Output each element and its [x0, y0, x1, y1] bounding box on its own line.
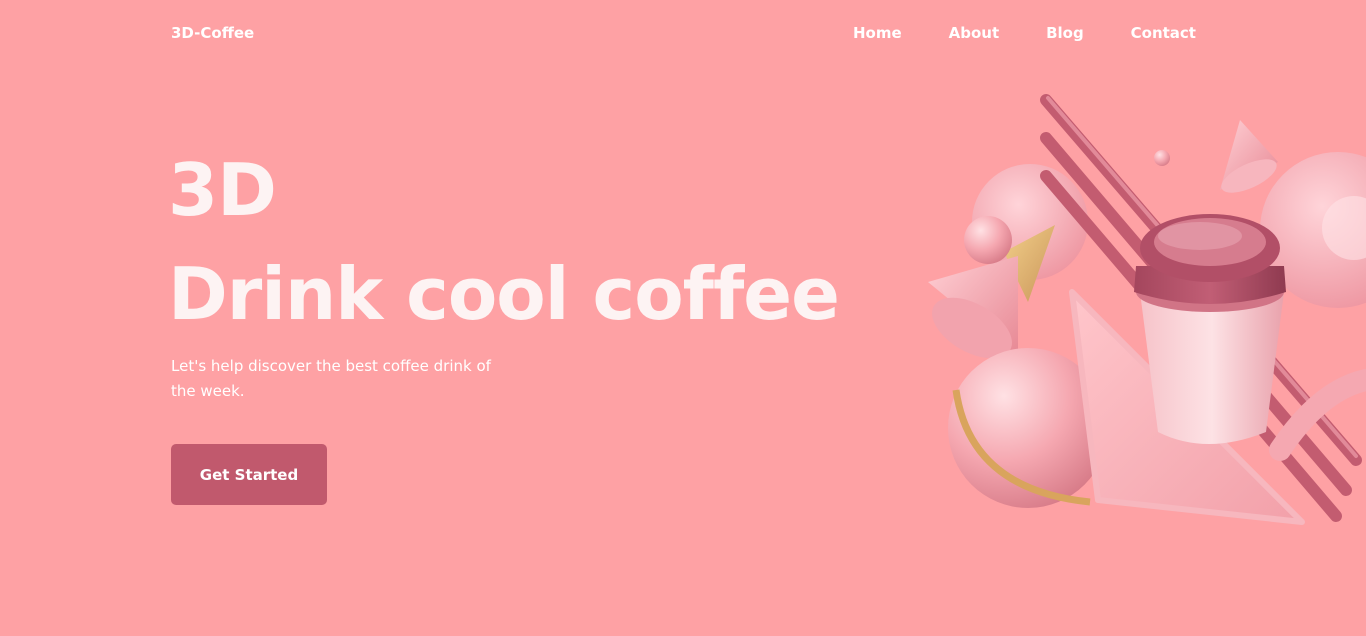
hero-title: 3D Drink cool coffee [168, 138, 840, 346]
hero-title-line-2: Drink cool coffee [168, 252, 840, 336]
nav-link-home[interactable]: Home [853, 24, 902, 42]
site-logo[interactable]: 3D-Coffee [171, 24, 254, 42]
hero-title-line-1: 3D [168, 148, 277, 232]
coffee-cup-illustration [928, 94, 1366, 525]
nav-link-blog[interactable]: Blog [1046, 24, 1084, 42]
nav-link-about[interactable]: About [949, 24, 1000, 42]
coffee-cup [1134, 214, 1286, 444]
nav-link-contact[interactable]: Contact [1131, 24, 1196, 42]
navbar: 3D-Coffee Home About Blog Contact [0, 0, 1366, 70]
main-nav: Home About Blog Contact [853, 24, 1196, 42]
hero-subtitle: Let's help discover the best coffee drin… [171, 357, 491, 400]
get-started-button[interactable]: Get Started [171, 444, 327, 505]
